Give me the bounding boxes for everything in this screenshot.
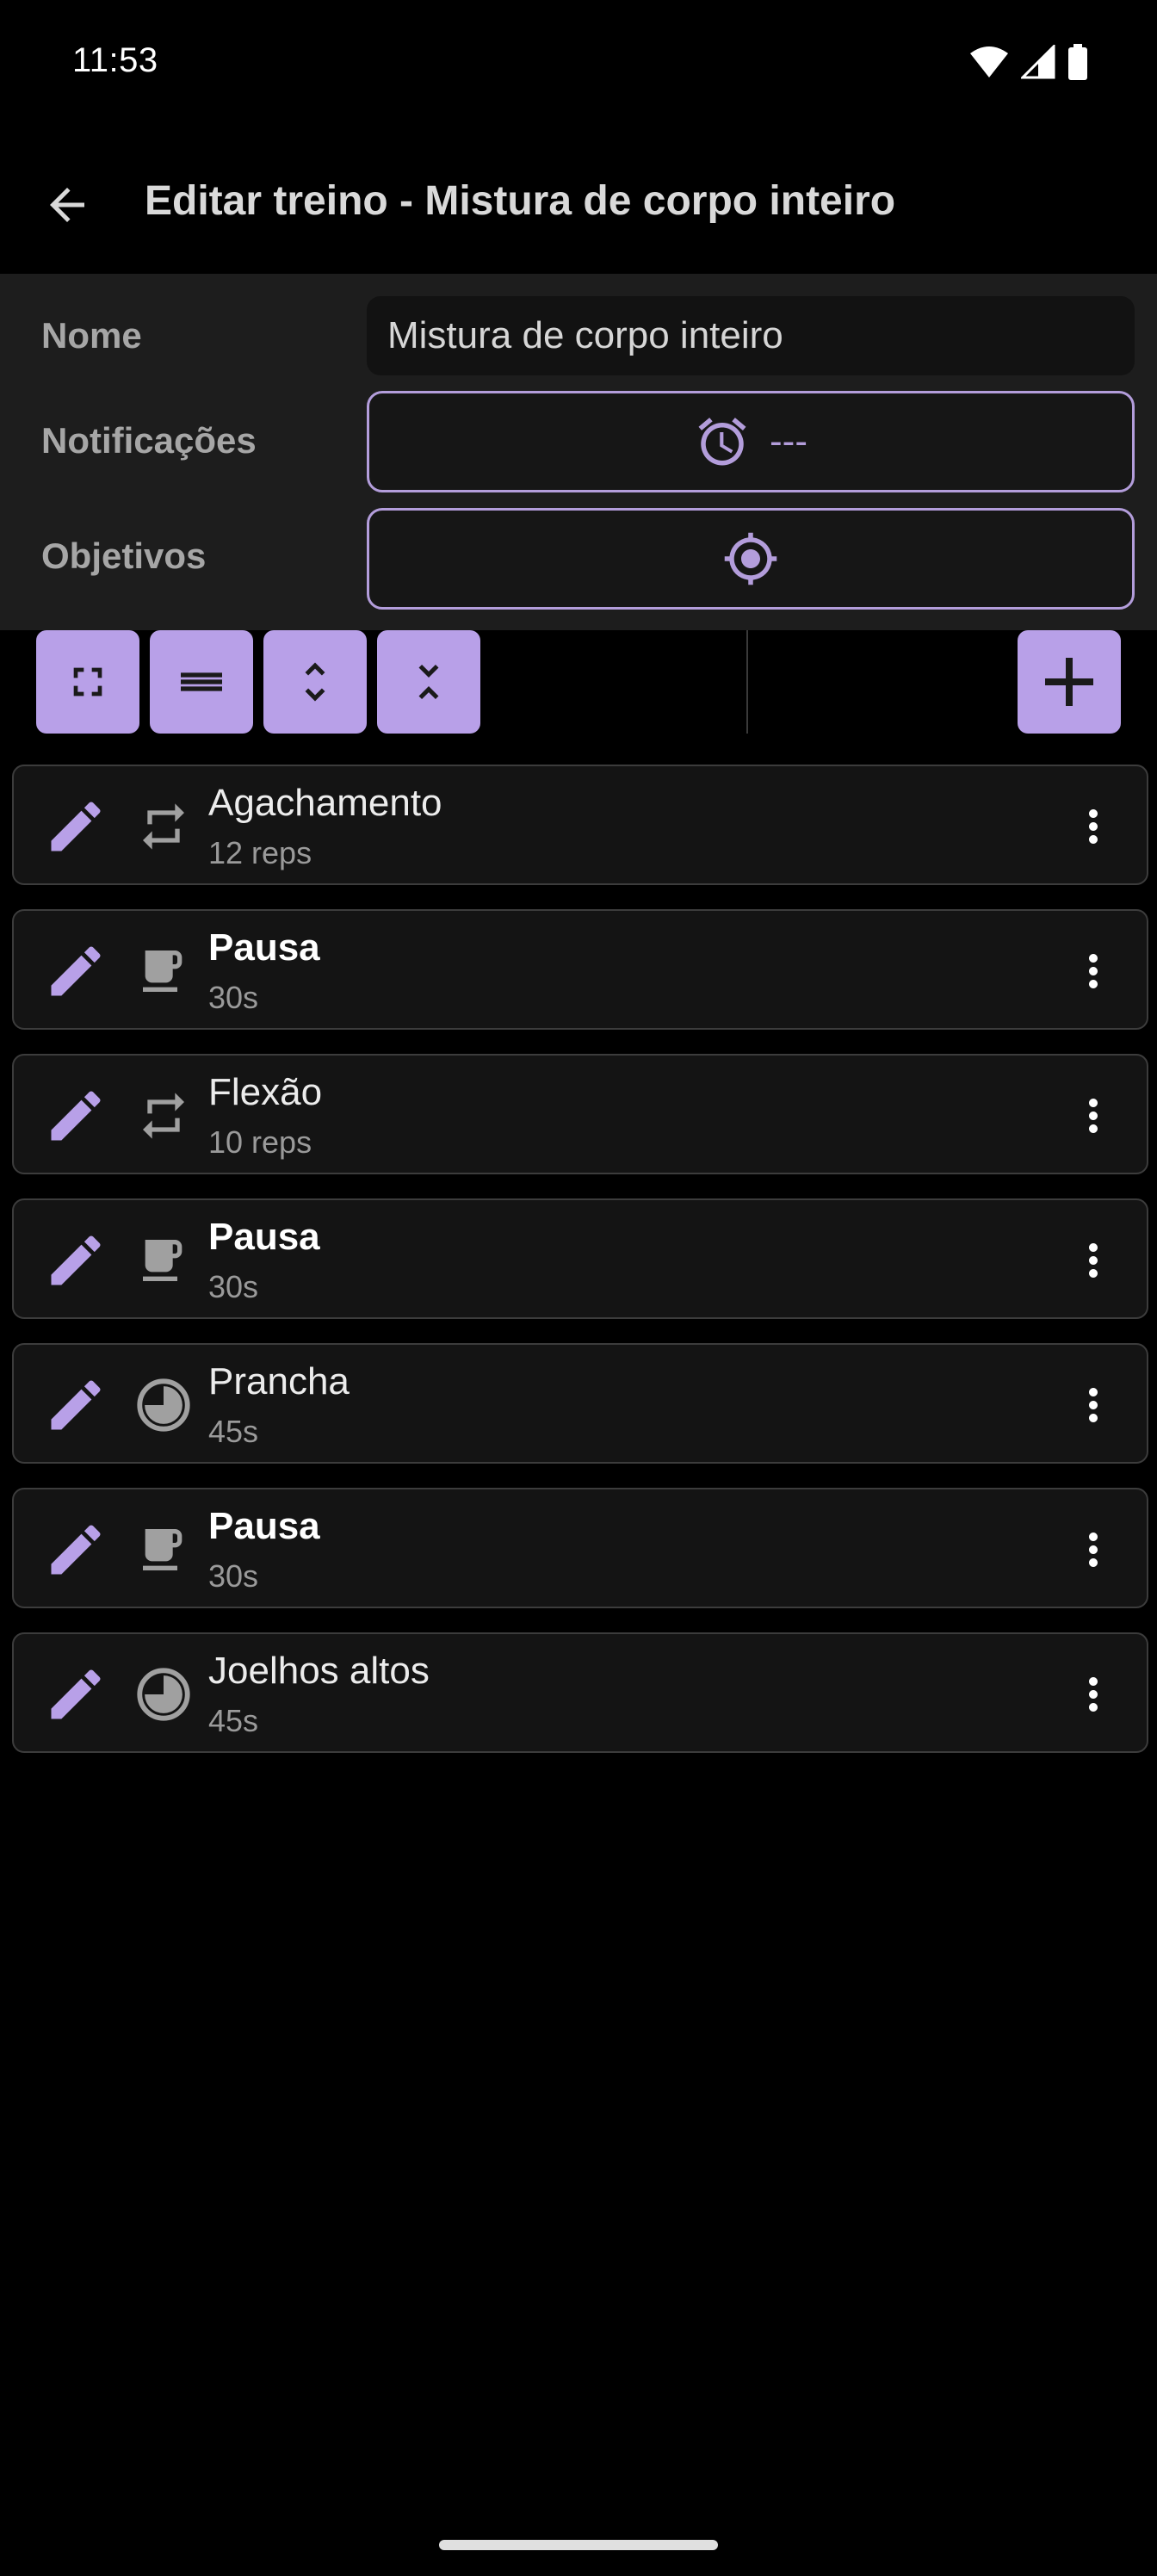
status-time: 11:53 xyxy=(72,41,158,79)
notifications-value: --- xyxy=(770,420,807,462)
workout-form: Nome Mistura de corpo inteiro Notificaçõ… xyxy=(0,274,1157,630)
home-indicator[interactable] xyxy=(439,2540,718,2550)
status-icons xyxy=(969,43,1088,81)
crosshair-icon xyxy=(724,532,777,585)
pencil-icon xyxy=(51,802,101,851)
repeat-icon xyxy=(129,792,198,861)
exercise-name: Pausa xyxy=(208,926,320,969)
more-options-button[interactable] xyxy=(1059,1367,1128,1443)
exercise-detail: 30s xyxy=(208,1269,259,1304)
more-vert-icon xyxy=(1089,809,1098,844)
status-bar: 11:53 xyxy=(0,0,1157,129)
exercise-detail: 12 reps xyxy=(208,835,312,870)
pencil-icon xyxy=(51,1669,101,1719)
battery-icon xyxy=(1068,44,1087,80)
plus-icon xyxy=(1045,658,1093,706)
more-options-button[interactable] xyxy=(1059,1223,1128,1298)
collapse-icon xyxy=(418,665,439,699)
edit-button[interactable] xyxy=(38,789,114,864)
more-options-button[interactable] xyxy=(1059,1512,1128,1588)
goals-label: Objetivos xyxy=(41,536,207,576)
toolbar-divider xyxy=(746,630,748,734)
edit-button[interactable] xyxy=(38,1223,114,1298)
name-input[interactable]: Mistura de corpo inteiro xyxy=(367,296,1135,375)
list-item[interactable]: Pausa 30s xyxy=(12,1198,1148,1319)
edit-button[interactable] xyxy=(38,933,114,1009)
more-vert-icon xyxy=(1089,1099,1098,1133)
notifications-label: Notificações xyxy=(41,420,257,461)
timer-pie-icon xyxy=(129,1371,198,1440)
edit-button[interactable] xyxy=(38,1078,114,1154)
list-item[interactable]: Agachamento 12 reps xyxy=(12,765,1148,885)
more-vert-icon xyxy=(1089,1677,1098,1712)
add-exercise-button[interactable] xyxy=(1018,630,1121,734)
menu-lines-icon xyxy=(181,672,222,691)
list-toolbar xyxy=(0,630,1157,737)
edit-button[interactable] xyxy=(38,1656,114,1732)
more-vert-icon xyxy=(1089,1388,1098,1422)
more-options-button[interactable] xyxy=(1059,933,1128,1009)
exercise-name: Prancha xyxy=(208,1360,350,1403)
more-vert-icon xyxy=(1089,954,1098,988)
pencil-icon xyxy=(51,1525,101,1575)
app-bar: Editar treino - Mistura de corpo inteiro xyxy=(0,153,1157,257)
list-item[interactable]: Prancha 45s xyxy=(12,1343,1148,1464)
fullscreen-icon xyxy=(73,667,102,697)
exercise-detail: 30s xyxy=(208,980,259,1015)
list-view-button[interactable] xyxy=(150,630,253,734)
list-item[interactable]: Joelhos altos 45s xyxy=(12,1632,1148,1753)
pencil-icon xyxy=(51,1380,101,1430)
cell-signal-icon xyxy=(1021,45,1055,79)
exercise-detail: 45s xyxy=(208,1414,259,1449)
page-title: Editar treino - Mistura de corpo inteiro xyxy=(145,178,896,224)
coffee-cup-icon xyxy=(129,937,198,1006)
exercise-name: Joelhos altos xyxy=(208,1650,430,1692)
more-options-button[interactable] xyxy=(1059,789,1128,864)
list-item[interactable]: Pausa 30s xyxy=(12,1488,1148,1608)
coffee-cup-icon xyxy=(129,1515,198,1584)
more-vert-icon xyxy=(1089,1533,1098,1567)
exercise-name: Pausa xyxy=(208,1216,320,1258)
pencil-icon xyxy=(51,946,101,996)
more-options-button[interactable] xyxy=(1059,1656,1128,1732)
arrow-back-icon xyxy=(50,188,84,222)
timer-pie-icon xyxy=(129,1660,198,1729)
pencil-icon xyxy=(51,1235,101,1285)
pencil-icon xyxy=(51,1091,101,1141)
name-input-value: Mistura de corpo inteiro xyxy=(387,314,783,356)
list-item[interactable]: Flexão 10 reps xyxy=(12,1054,1148,1174)
exercise-detail: 10 reps xyxy=(208,1124,312,1160)
edit-button[interactable] xyxy=(38,1512,114,1588)
coffee-cup-icon xyxy=(129,1226,198,1295)
list-item[interactable]: Pausa 30s xyxy=(12,909,1148,1030)
more-vert-icon xyxy=(1089,1243,1098,1278)
fullscreen-button[interactable] xyxy=(36,630,139,734)
exercise-detail: 45s xyxy=(208,1703,259,1738)
exercise-name: Pausa xyxy=(208,1505,320,1547)
notifications-button[interactable]: --- xyxy=(367,391,1135,492)
repeat-icon xyxy=(129,1081,198,1150)
exercise-name: Agachamento xyxy=(208,782,442,824)
expand-all-button[interactable] xyxy=(263,630,367,734)
edit-button[interactable] xyxy=(38,1367,114,1443)
back-button[interactable] xyxy=(26,164,108,246)
name-label: Nome xyxy=(41,315,142,356)
expand-icon xyxy=(305,662,325,702)
more-options-button[interactable] xyxy=(1059,1078,1128,1154)
exercise-name: Flexão xyxy=(208,1071,323,1113)
alarm-icon xyxy=(698,418,746,466)
goals-button[interactable] xyxy=(367,508,1135,610)
wifi-icon xyxy=(970,46,1008,77)
collapse-all-button[interactable] xyxy=(377,630,480,734)
exercise-detail: 30s xyxy=(208,1558,259,1594)
